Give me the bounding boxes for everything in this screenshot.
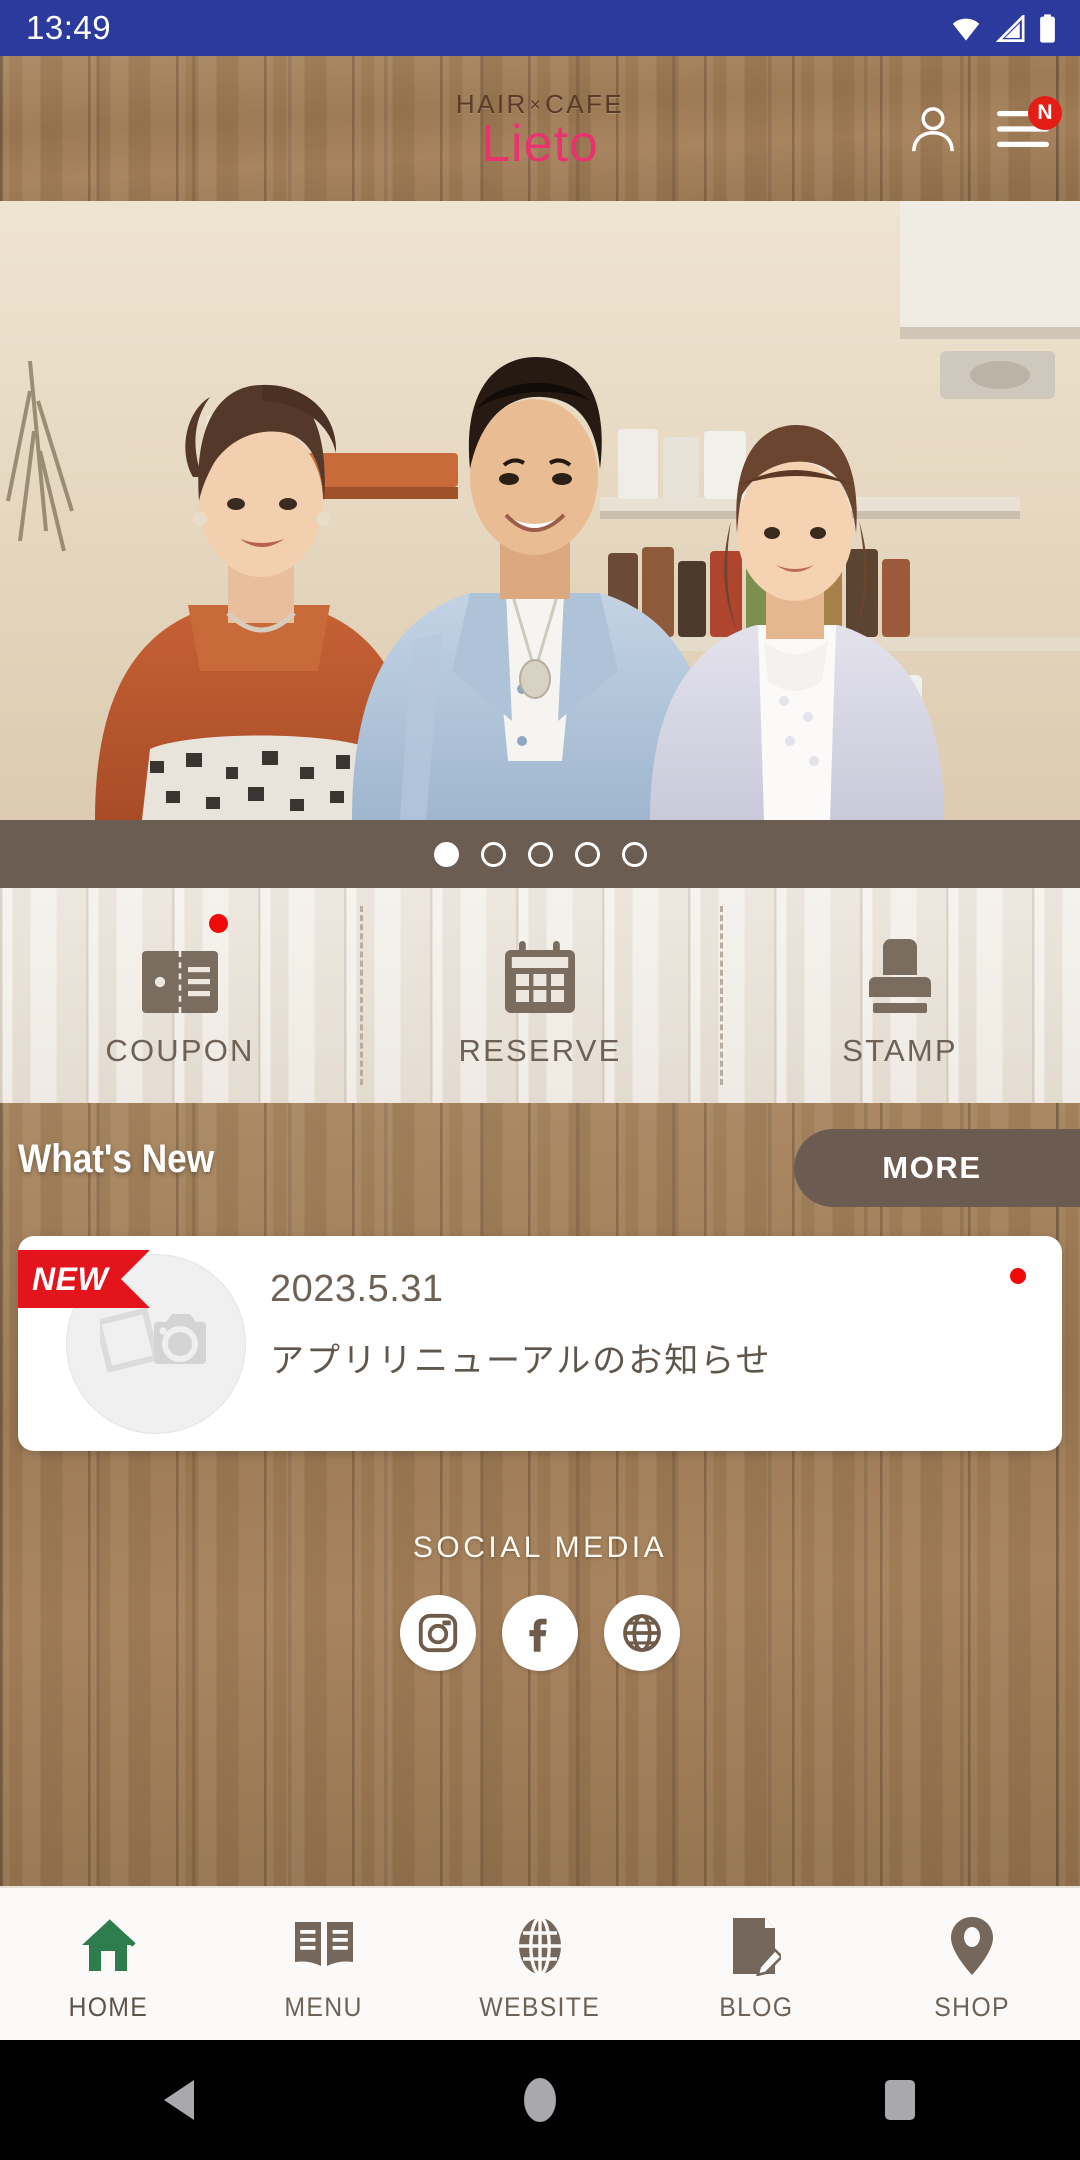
coupon-badge-dot (208, 914, 228, 933)
carousel-dot-1[interactable] (433, 841, 459, 867)
back-triangle-icon (164, 2080, 194, 2120)
carousel-dot-5[interactable] (621, 841, 647, 867)
facebook-icon (529, 1618, 547, 1652)
hero-illustration (0, 201, 1080, 820)
social-link-instagram[interactable] (400, 1595, 476, 1671)
news-section-title: What's New (18, 1137, 215, 1181)
social-media-links (0, 1595, 1080, 1671)
instagram-icon (418, 1613, 458, 1653)
open-book-icon (293, 1914, 355, 1978)
map-pin-icon (949, 1914, 995, 1978)
nav-item-website[interactable]: WEBSITE (432, 1888, 648, 2040)
nav-item-menu[interactable]: MENU (216, 1888, 432, 2040)
app-screen: 13:49 HAIR ×CAFE Lieto N COUPON RESERVE … (0, 0, 1080, 2160)
android-system-nav (0, 2040, 1080, 2160)
news-item-body: 2023.5.31 アプリリニューアルのお知らせ (270, 1268, 992, 1382)
status-bar: 13:49 (0, 0, 1080, 56)
website-globe-icon (623, 1614, 661, 1652)
news-item-title: アプリリニューアルのお知らせ (270, 1342, 772, 1380)
news-list-item[interactable]: NEW 2023.5.31 アプリリニューアルのお知らせ (18, 1236, 1062, 1451)
nav-item-blog[interactable]: BLOG (648, 1888, 864, 2040)
recents-square-icon (885, 2080, 915, 2120)
globe-icon (513, 1914, 567, 1978)
account-button[interactable] (902, 98, 964, 160)
photo-camera-placeholder-icon (100, 1307, 206, 1373)
home-circle-icon (524, 2078, 556, 2122)
nav-item-menu-label: MENU (284, 1991, 364, 2022)
bottom-navigation-bar: HOME MENU WEBSITE BLOG SHOP (0, 1886, 1080, 2040)
news-and-social-section: What's New MORE NEW 2023.5.31 アプリリニューアルの… (0, 1103, 1080, 1886)
wifi-icon (952, 18, 980, 41)
carousel-dot-2[interactable] (480, 841, 506, 867)
social-link-website[interactable] (604, 1595, 680, 1671)
social-media-section: SOCIAL MEDIA (0, 1531, 1080, 1671)
status-time: 13:49 (26, 9, 112, 46)
nav-item-shop[interactable]: SHOP (864, 1888, 1080, 2040)
quick-action-coupon[interactable]: COUPON (0, 888, 360, 1103)
nav-item-home[interactable]: HOME (0, 1888, 216, 2040)
social-link-facebook[interactable] (502, 1595, 578, 1671)
battery-icon (1040, 13, 1055, 43)
social-media-label: SOCIAL MEDIA (412, 1531, 668, 1564)
nav-item-shop-label: SHOP (934, 1991, 1010, 2022)
app-header: HAIR ×CAFE Lieto N (0, 56, 1080, 201)
carousel-dot-4[interactable] (574, 841, 600, 867)
brand-logo-separator: × (529, 95, 544, 117)
nav-item-website-label: WEBSITE (479, 1991, 601, 2022)
quick-action-stamp-label: STAMP (842, 1032, 958, 1068)
coupon-ticket-icon (142, 935, 218, 1013)
quick-action-coupon-label: COUPON (105, 1032, 255, 1068)
brand-logo-name: Lieto (481, 115, 599, 174)
news-header: What's New MORE (0, 1129, 1080, 1207)
nav-item-blog-label: BLOG (718, 1991, 794, 2022)
calendar-icon (505, 935, 575, 1013)
quick-action-bar: COUPON RESERVE STAMP (0, 888, 1080, 1103)
hero-carousel-image[interactable] (0, 201, 1080, 820)
status-icon-group (949, 13, 1056, 43)
cellular-signal-icon (996, 14, 1025, 42)
person-icon (912, 106, 954, 151)
carousel-indicator-bar (0, 820, 1080, 888)
quick-action-reserve-label: RESERVE (458, 1032, 622, 1068)
house-icon (78, 1914, 138, 1978)
rubber-stamp-icon (869, 935, 931, 1013)
menu-button[interactable]: N (992, 95, 1062, 160)
quick-action-stamp[interactable]: STAMP (720, 888, 1080, 1103)
android-back-button[interactable] (120, 2040, 240, 2160)
nav-item-home-label: HOME (68, 1991, 148, 2022)
document-pen-icon (731, 1914, 781, 1978)
carousel-dot-3[interactable] (527, 841, 553, 867)
news-item-date: 2023.5.31 (270, 1268, 444, 1310)
header-action-group: N (902, 56, 1062, 201)
news-unread-dot (1010, 1268, 1026, 1284)
news-more-button[interactable]: MORE (794, 1129, 1080, 1207)
android-recents-button[interactable] (840, 2040, 960, 2160)
menu-notification-badge: N (1028, 95, 1062, 130)
android-home-button[interactable] (480, 2040, 600, 2160)
quick-action-reserve[interactable]: RESERVE (360, 888, 720, 1103)
